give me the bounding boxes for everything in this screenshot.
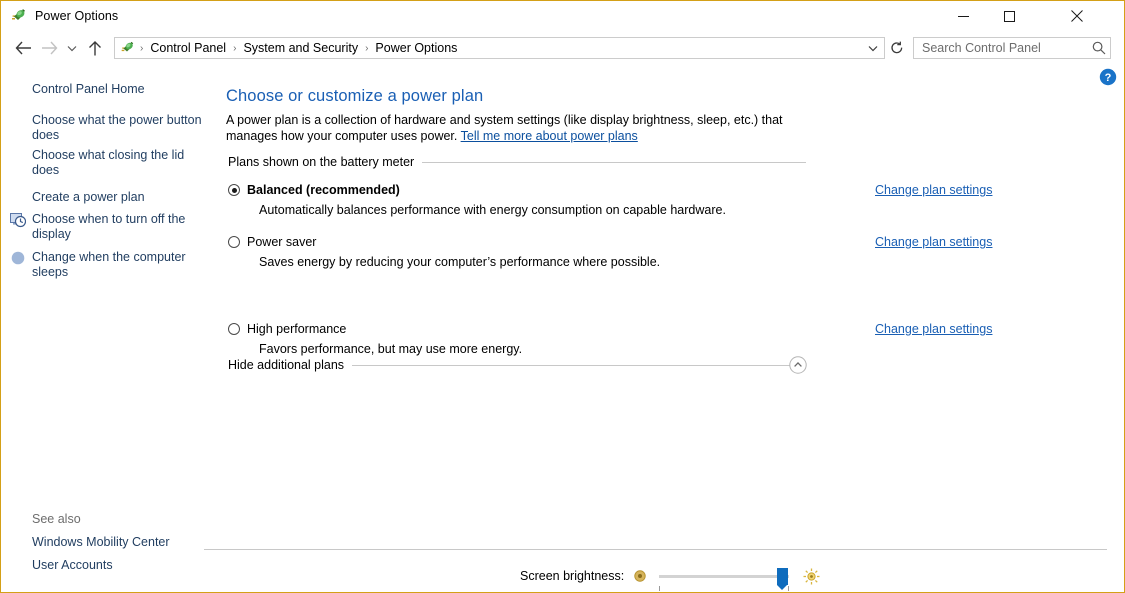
group-header-battery-meter: Plans shown on the battery meter: [228, 154, 806, 170]
back-arrow-icon[interactable]: [10, 35, 36, 61]
main-pane: Choose or customize a power plan A power…: [204, 65, 1124, 592]
power-options-window: Power Options › Control Panel › System a…: [0, 0, 1125, 593]
slider-tick: [788, 586, 790, 591]
change-plan-settings-power-saver[interactable]: Change plan settings: [875, 235, 992, 249]
sidebar-item-power-button[interactable]: Choose what the power button does: [32, 113, 204, 143]
power-plug-icon: [9, 7, 27, 25]
plan-description: Favors performance, but may use more ene…: [259, 342, 523, 356]
breadcrumb-separator: ›: [233, 42, 237, 54]
chevron-up-circle-icon[interactable]: [789, 356, 807, 374]
plan-name: High performance: [247, 322, 347, 336]
screen-brightness-label: Screen brightness:: [520, 569, 625, 583]
search-icon[interactable]: [1088, 38, 1110, 58]
group-header-label: Hide additional plans: [228, 358, 345, 372]
display-clock-icon: [10, 212, 27, 228]
sidebar-item-control-panel-home[interactable]: Control Panel Home: [32, 82, 204, 97]
sidebar-item-computer-sleeps[interactable]: Change when the computer sleeps: [32, 250, 204, 280]
navigation-toolbar: › Control Panel › System and Security › …: [2, 32, 1124, 64]
breadcrumb-system-and-security[interactable]: System and Security: [241, 41, 360, 55]
group-header-rule: [352, 364, 806, 366]
page-title: Choose or customize a power plan: [226, 87, 484, 105]
sidebar-item-turn-off-display[interactable]: Choose when to turn off the display: [32, 212, 204, 242]
sidebar: Control Panel Home Choose what the power…: [2, 65, 204, 592]
refresh-icon[interactable]: [885, 37, 909, 59]
sidebar-item-windows-mobility-center[interactable]: Windows Mobility Center: [32, 535, 204, 550]
search-input[interactable]: [920, 38, 1088, 58]
content-area: ? Control Panel Home Choose what the pow…: [2, 65, 1124, 592]
recent-pages-chevron-icon[interactable]: [62, 35, 82, 61]
plan-row[interactable]: High performance: [228, 322, 808, 336]
tell-me-more-link[interactable]: Tell me more about power plans: [461, 129, 638, 143]
screen-brightness-control: Screen brightness:: [520, 561, 820, 591]
plan-description: Saves energy by reducing your computer’s…: [259, 255, 661, 269]
breadcrumb-power-options[interactable]: Power Options: [373, 41, 459, 55]
slider-tick: [659, 586, 661, 591]
window-title: Power Options: [35, 9, 119, 23]
plan-row[interactable]: Balanced (recommended): [228, 183, 808, 197]
moon-sleep-icon: [10, 250, 26, 266]
sun-dim-icon: [633, 569, 647, 583]
plan-power-saver: Power saver Saves energy by reducing you…: [228, 235, 992, 269]
plan-high-performance: High performance Favors performance, but…: [228, 322, 992, 356]
forward-arrow-icon: [36, 35, 62, 61]
change-plan-settings-high-performance[interactable]: Change plan settings: [875, 322, 992, 336]
plan-name: Balanced (recommended): [247, 183, 400, 197]
bottom-divider: [204, 549, 1107, 550]
radio-balanced[interactable]: [228, 184, 240, 196]
sun-bright-icon: [803, 568, 820, 585]
search-box[interactable]: [913, 37, 1111, 59]
slider-track[interactable]: [659, 575, 790, 578]
radio-power-saver[interactable]: [228, 236, 240, 248]
slider-thumb[interactable]: [777, 568, 789, 590]
up-arrow-icon[interactable]: [82, 35, 108, 61]
sidebar-item-closing-lid[interactable]: Choose what closing the lid does: [32, 148, 204, 178]
group-header-label: Plans shown on the battery meter: [228, 155, 415, 169]
title-bar: Power Options: [1, 1, 1124, 31]
group-header-hide-additional-plans[interactable]: Hide additional plans: [228, 357, 806, 373]
brightness-slider[interactable]: [659, 567, 790, 591]
plan-balanced: Balanced (recommended) Automatically bal…: [228, 183, 992, 217]
sidebar-item-user-accounts[interactable]: User Accounts: [32, 558, 204, 573]
close-button[interactable]: [1054, 1, 1100, 31]
change-plan-settings-balanced[interactable]: Change plan settings: [875, 183, 992, 197]
plan-name: Power saver: [247, 235, 317, 249]
sidebar-item-create-power-plan[interactable]: Create a power plan: [32, 190, 204, 205]
group-header-rule: [422, 161, 806, 163]
breadcrumb-control-panel[interactable]: Control Panel: [148, 41, 228, 55]
breadcrumb-separator: ›: [140, 42, 144, 54]
address-bar[interactable]: › Control Panel › System and Security › …: [114, 37, 885, 59]
page-description: A power plan is a collection of hardware…: [226, 113, 808, 144]
radio-high-performance[interactable]: [228, 323, 240, 335]
plan-description: Automatically balances performance with …: [259, 203, 726, 217]
see-also-label: See also: [32, 512, 81, 526]
plan-row[interactable]: Power saver: [228, 235, 808, 249]
minimize-button[interactable]: [940, 1, 986, 31]
maximize-button[interactable]: [986, 1, 1032, 31]
chevron-down-icon[interactable]: [862, 38, 884, 58]
power-plug-icon: [119, 40, 135, 56]
breadcrumb-separator: ›: [365, 42, 369, 54]
